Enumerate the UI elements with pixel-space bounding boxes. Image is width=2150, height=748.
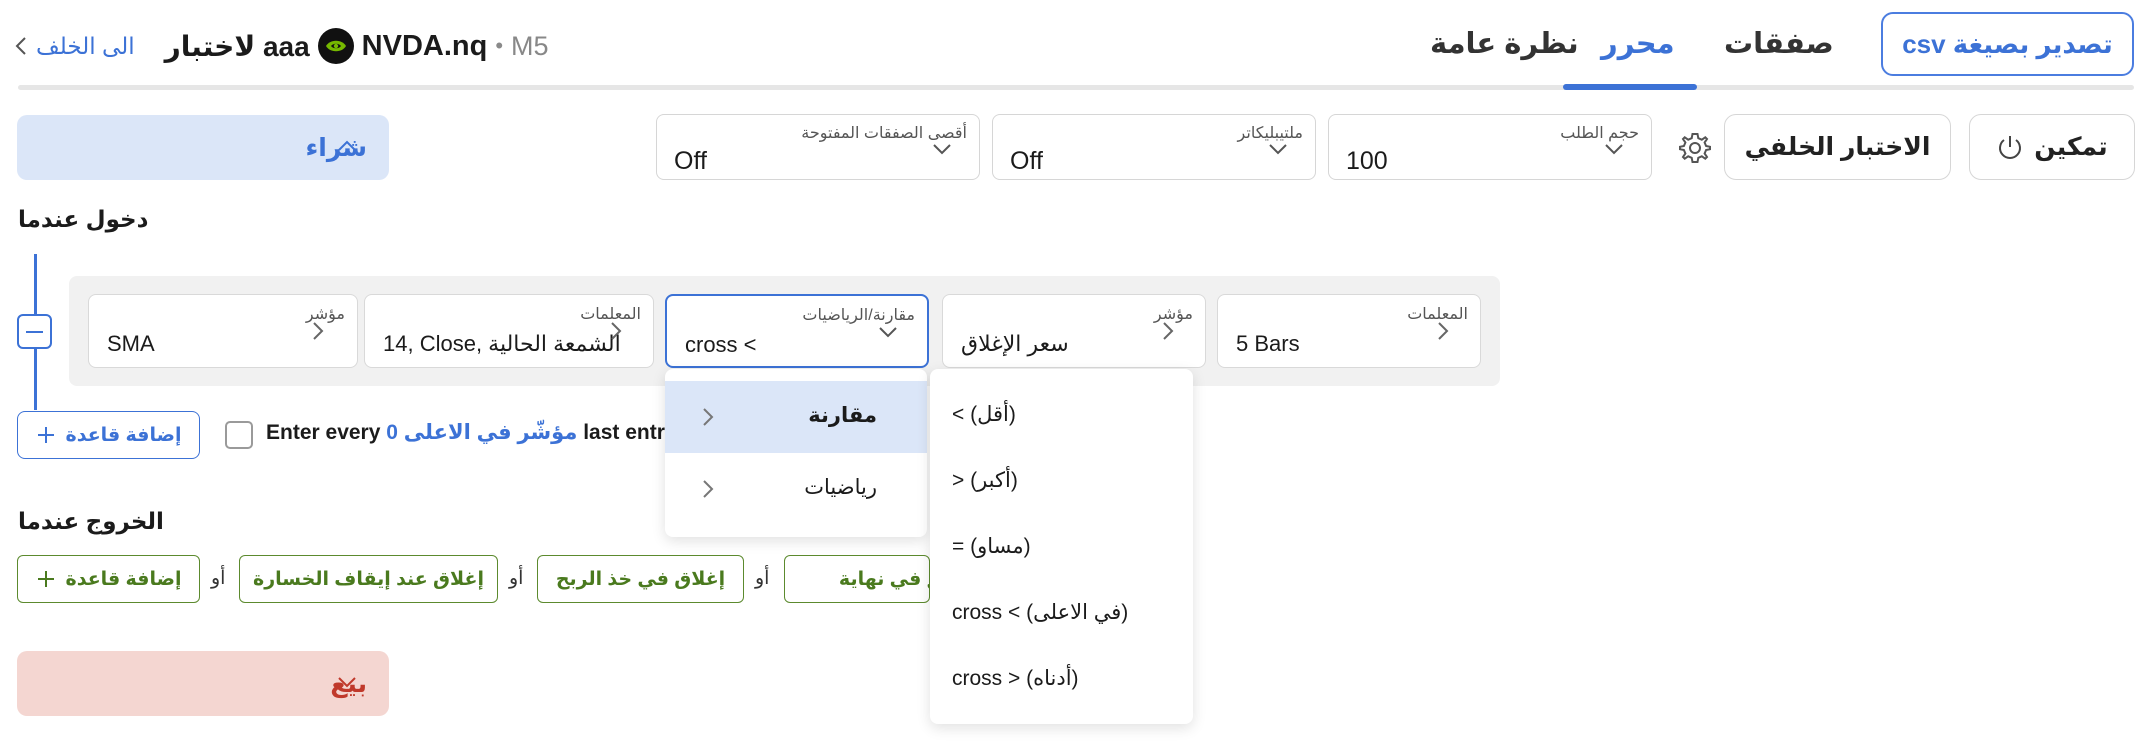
close-at-end-label: اغلق في نهاية bbox=[838, 568, 929, 590]
add-exit-rule-button[interactable]: إضافة قاعدة bbox=[17, 555, 200, 603]
option-less-than[interactable]: < (أقل) bbox=[952, 402, 1016, 427]
add-entry-rule-button[interactable]: إضافة قاعدة bbox=[17, 411, 200, 459]
minus-icon bbox=[26, 330, 43, 333]
tab-overview[interactable]: نظرة عامة bbox=[1430, 26, 1579, 61]
compare-options-menu: < (أقل) > (أكبر) = (مساو) cross < (في ال… bbox=[930, 369, 1193, 724]
card-value: 5 Bars bbox=[1236, 331, 1300, 356]
close-at-end-button[interactable]: اغلق في نهاية bbox=[784, 555, 930, 603]
enter-every-link[interactable]: مؤشّر في الاعلى bbox=[404, 421, 578, 444]
chevron-right-icon bbox=[605, 319, 627, 343]
symbol: NVDA.nq bbox=[361, 29, 488, 62]
menu-item-label: مقارنة bbox=[808, 404, 877, 427]
max-open-trades-select[interactable]: أقصى الصفقات المفتوحة Off bbox=[656, 114, 980, 180]
tab-divider bbox=[18, 85, 2134, 90]
chevron-down-icon bbox=[1602, 137, 1626, 161]
backtest-button[interactable]: الاختبار الخلفي bbox=[1724, 114, 1951, 180]
entry-title: دخول عندما bbox=[18, 206, 149, 232]
sell-section-toggle[interactable]: بيع bbox=[17, 651, 389, 716]
chevron-down-icon bbox=[930, 137, 954, 161]
chevron-right-icon bbox=[1432, 319, 1454, 343]
parameters-card-sma[interactable]: المعلمات 14, Close, الشمعة الحالية bbox=[364, 294, 654, 368]
chevron-down-icon bbox=[876, 320, 900, 344]
enable-button[interactable]: تمكين bbox=[1969, 114, 2135, 180]
or-separator: أو bbox=[211, 568, 226, 589]
tab-trades[interactable]: صفقات bbox=[1724, 26, 1834, 61]
menu-item-math[interactable]: رياضيات bbox=[665, 453, 927, 525]
add-rule-label: إضافة قاعدة bbox=[65, 568, 182, 590]
remove-rule-button[interactable] bbox=[17, 314, 52, 349]
indicator-card-sma[interactable]: مؤشر SMA bbox=[88, 294, 358, 368]
timeframe: M5 bbox=[511, 30, 549, 61]
order-size-select[interactable]: حجم الطلب 100 bbox=[1328, 114, 1652, 180]
card-value: SMA bbox=[107, 331, 155, 356]
buy-section-toggle[interactable]: شراء bbox=[17, 115, 389, 180]
exit-title: الخروج عندما bbox=[18, 508, 164, 534]
export-csv-button[interactable]: csv تصدير بصيغة bbox=[1881, 12, 2134, 76]
indicator-card-close[interactable]: مؤشر سعر الإغلاق bbox=[942, 294, 1206, 368]
chevron-left-icon[interactable] bbox=[14, 35, 28, 57]
multiplicator-select[interactable]: ملتيبليكاتر Off bbox=[992, 114, 1316, 180]
chevron-right-icon bbox=[1157, 319, 1179, 343]
or-separator: أو bbox=[755, 568, 770, 589]
option-equal[interactable]: = (مساو) bbox=[952, 534, 1031, 559]
chevron-right-icon bbox=[307, 319, 329, 343]
nvidia-logo-icon bbox=[317, 28, 354, 64]
header-left: الى الخلف لاختبار aaa NVDA.nq • M5 bbox=[14, 28, 549, 64]
card-value: 14, Close, الشمعة الحالية bbox=[383, 331, 621, 356]
max-open-trades-value: Off bbox=[674, 147, 707, 175]
card-value: cross < bbox=[685, 332, 757, 357]
chevron-up-icon bbox=[335, 134, 359, 158]
back-link[interactable]: الى الخلف bbox=[36, 33, 135, 60]
card-value: سعر الإغلاق bbox=[961, 331, 1069, 356]
gear-icon[interactable] bbox=[1678, 131, 1712, 165]
compare-math-card[interactable]: مقارنة/الرياضيات cross < bbox=[665, 294, 929, 368]
plus-icon bbox=[36, 425, 56, 445]
enter-every-text: Enter every 0 مؤشّر في الاعلى last entry bbox=[266, 420, 677, 445]
close-at-stop-loss-button[interactable]: إغلاق عند إيقاف الخسارة bbox=[239, 555, 498, 603]
option-cross-below[interactable]: cross > (أدناه) bbox=[952, 666, 1079, 691]
add-rule-label: إضافة قاعدة bbox=[65, 424, 182, 446]
order-size-value: 100 bbox=[1346, 147, 1388, 175]
enter-every-prefix: Enter every bbox=[266, 421, 381, 444]
close-at-take-profit-button[interactable]: إغلاق في خذ الربح bbox=[537, 555, 744, 603]
multiplicator-value: Off bbox=[1010, 147, 1043, 175]
enter-every-suffix: last entry bbox=[583, 421, 677, 444]
power-icon bbox=[1996, 133, 2024, 161]
tab-editor[interactable]: محرر bbox=[1601, 26, 1675, 61]
menu-item-compare[interactable]: مقارنة bbox=[665, 381, 927, 453]
chevron-right-icon bbox=[697, 405, 719, 429]
chevron-down-icon bbox=[1266, 137, 1290, 161]
chevron-right-icon bbox=[697, 477, 719, 501]
enable-label: تمكين bbox=[2034, 133, 2108, 161]
or-separator: أو bbox=[509, 568, 524, 589]
option-greater-than[interactable]: > (أكبر) bbox=[952, 468, 1018, 493]
chevron-down-icon bbox=[335, 670, 359, 694]
menu-item-label: رياضيات bbox=[804, 476, 877, 499]
compare-math-category-menu: مقارنة رياضيات bbox=[665, 369, 927, 537]
option-cross-above[interactable]: cross < (في الاعلى) bbox=[952, 600, 1128, 625]
test-title: لاختبار aaa bbox=[164, 30, 310, 62]
separator: • bbox=[495, 33, 504, 58]
order-size-label: حجم الطلب bbox=[1560, 125, 1639, 142]
plus-icon bbox=[36, 569, 56, 589]
parameters-card-close[interactable]: المعلمات 5 Bars bbox=[1217, 294, 1481, 368]
enter-every-count[interactable]: 0 bbox=[386, 421, 398, 444]
active-tab-indicator bbox=[1563, 84, 1697, 90]
enter-every-checkbox[interactable] bbox=[225, 421, 253, 449]
